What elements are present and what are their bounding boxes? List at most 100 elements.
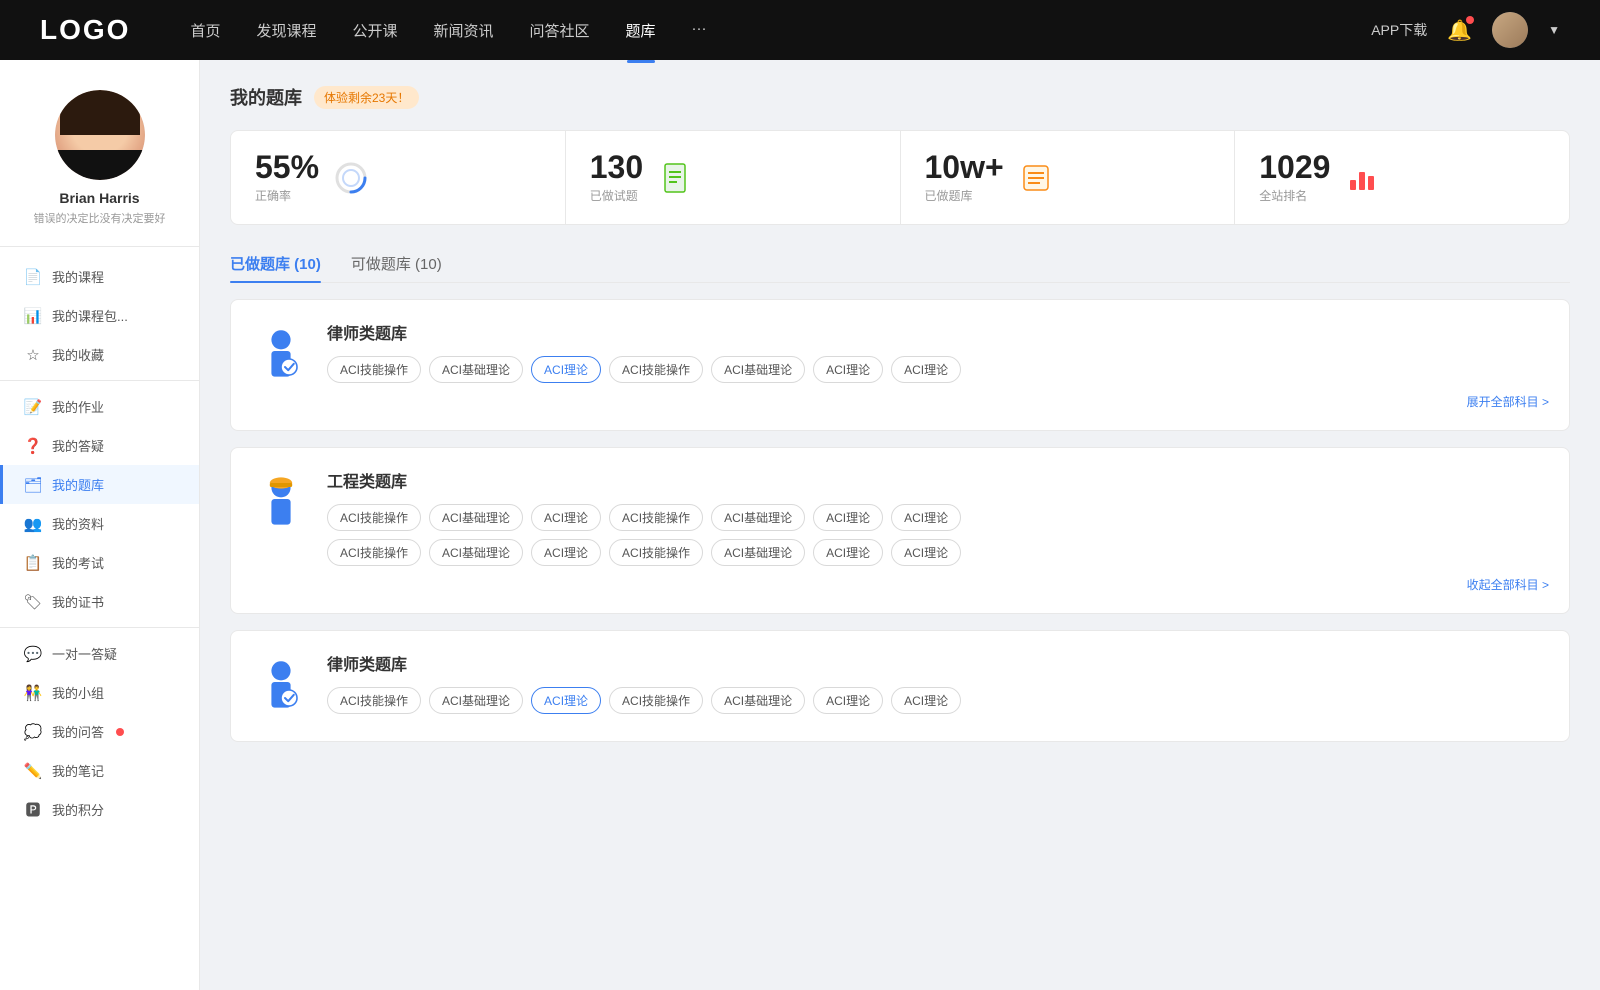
app-download-button[interactable]: APP下载 <box>1371 20 1427 40</box>
lawyer-bank-icon-2 <box>251 651 311 721</box>
eng-tag-8[interactable]: ACI技能操作 <box>327 539 421 566</box>
tab-available[interactable]: 可做题库 (10) <box>351 245 442 282</box>
sidebar-divider-1 <box>0 380 199 381</box>
sidebar-item-label: 我的课程 <box>52 267 104 286</box>
main-content: 我的题库 体验剩余23天！ 55% 正确率 <box>200 60 1600 990</box>
tag-5[interactable]: ACI基础理论 <box>711 356 805 383</box>
sidebar-item-label: 我的证书 <box>52 592 104 611</box>
ltag-6[interactable]: ACI理论 <box>813 687 883 714</box>
tag-1[interactable]: ACI技能操作 <box>327 356 421 383</box>
trial-badge: 体验剩余23天！ <box>314 86 419 109</box>
eng-tag-9[interactable]: ACI基础理论 <box>429 539 523 566</box>
ltag-7[interactable]: ACI理论 <box>891 687 961 714</box>
qa-notification-dot <box>116 728 124 736</box>
tag-6[interactable]: ACI理论 <box>813 356 883 383</box>
file-icon: 📄 <box>24 268 42 286</box>
engineer-bank-footer: 收起全部科目 > <box>327 576 1549 593</box>
tag-7[interactable]: ACI理论 <box>891 356 961 383</box>
eng-tag-14[interactable]: ACI理论 <box>891 539 961 566</box>
sidebar-item-homework[interactable]: 📝 我的作业 <box>0 387 199 426</box>
chat-icon: 💬 <box>24 645 42 663</box>
nav-qa[interactable]: 问答社区 <box>530 16 590 45</box>
profile-motto: 错误的决定比没有决定要好 <box>20 210 179 226</box>
ltag-4[interactable]: ACI技能操作 <box>609 687 703 714</box>
sidebar-item-label: 一对一答疑 <box>52 644 117 663</box>
expand-link-1[interactable]: 展开全部科目 > <box>1467 393 1549 410</box>
sidebar-item-groups[interactable]: 👫 我的小组 <box>0 673 199 712</box>
profile-avatar <box>55 90 145 180</box>
eng-tag-5[interactable]: ACI基础理论 <box>711 504 805 531</box>
sidebar-item-cert[interactable]: 🏷 我的证书 <box>0 582 199 621</box>
ltag-1[interactable]: ACI技能操作 <box>327 687 421 714</box>
nav-home[interactable]: 首页 <box>190 16 220 45</box>
lawyer-bank-footer-1: 展开全部科目 > <box>327 393 1549 410</box>
sidebar: Brian Harris 错误的决定比没有决定要好 📄 我的课程 📊 我的课程包… <box>0 60 200 990</box>
chart-bar-icon: 📊 <box>24 307 42 325</box>
tab-done[interactable]: 已做题库 (10) <box>230 245 321 282</box>
sidebar-item-my-courses[interactable]: 📄 我的课程 <box>0 257 199 296</box>
nav-quiz[interactable]: 题库 <box>626 16 656 45</box>
sidebar-profile: Brian Harris 错误的决定比没有决定要好 <box>0 80 199 247</box>
collapse-link[interactable]: 收起全部科目 > <box>1467 576 1549 593</box>
sidebar-item-label: 我的小组 <box>52 683 104 702</box>
eng-tag-1[interactable]: ACI技能操作 <box>327 504 421 531</box>
eng-tag-7[interactable]: ACI理论 <box>891 504 961 531</box>
stat-accuracy: 55% 正确率 <box>231 131 566 224</box>
homework-icon: 📝 <box>24 398 42 416</box>
star-icon: ☆ <box>24 346 42 364</box>
eng-tag-13[interactable]: ACI理论 <box>813 539 883 566</box>
sidebar-item-qa[interactable]: ❓ 我的答疑 <box>0 426 199 465</box>
quiz-bank-card-engineer: 工程类题库 ACI技能操作 ACI基础理论 ACI理论 ACI技能操作 ACI基… <box>230 447 1570 614</box>
notification-bell[interactable]: 🔔 <box>1447 18 1472 43</box>
cert-icon: 🏷 <box>24 593 42 611</box>
sidebar-item-label: 我的作业 <box>52 397 104 416</box>
sidebar-item-course-packages[interactable]: 📊 我的课程包... <box>0 296 199 335</box>
eng-tag-10[interactable]: ACI理论 <box>531 539 601 566</box>
lawyer-bank-title-2: 律师类题库 <box>327 651 1549 675</box>
header-right: APP下载 🔔 ▼ <box>1371 12 1560 48</box>
eng-tag-3[interactable]: ACI理论 <box>531 504 601 531</box>
sidebar-item-favorites[interactable]: ☆ 我的收藏 <box>0 335 199 374</box>
sidebar-item-points[interactable]: 🅿 我的积分 <box>0 790 199 829</box>
profile-name: Brian Harris <box>20 190 179 206</box>
sidebar-item-exam[interactable]: 📋 我的考试 <box>0 543 199 582</box>
sidebar-item-one-on-one[interactable]: 💬 一对一答疑 <box>0 634 199 673</box>
engineer-bank-title: 工程类题库 <box>327 468 1549 492</box>
tag-2[interactable]: ACI基础理论 <box>429 356 523 383</box>
sidebar-item-quiz-bank[interactable]: 🗂 我的题库 <box>0 465 199 504</box>
nav-courses[interactable]: 发现课程 <box>256 16 316 45</box>
eng-tag-4[interactable]: ACI技能操作 <box>609 504 703 531</box>
eng-tag-2[interactable]: ACI基础理论 <box>429 504 523 531</box>
nav-news[interactable]: 新闻资讯 <box>434 16 494 45</box>
eng-tag-11[interactable]: ACI技能操作 <box>609 539 703 566</box>
ltag-3[interactable]: ACI理论 <box>531 687 601 714</box>
qa-icon: 💭 <box>24 723 42 741</box>
stat-rank-label: 全站排名 <box>1259 187 1330 204</box>
sidebar-item-notes[interactable]: ✏️ 我的笔记 <box>0 751 199 790</box>
lawyer-bank-title-1: 律师类题库 <box>327 320 1549 344</box>
pie-chart-icon <box>333 160 369 196</box>
sidebar-item-label: 我的笔记 <box>52 761 104 780</box>
tag-3[interactable]: ACI理论 <box>531 356 601 383</box>
ltag-5[interactable]: ACI基础理论 <box>711 687 805 714</box>
sidebar-item-materials[interactable]: 👥 我的资料 <box>0 504 199 543</box>
sidebar-item-my-qa[interactable]: 💭 我的问答 <box>0 712 199 751</box>
ltag-2[interactable]: ACI基础理论 <box>429 687 523 714</box>
user-avatar[interactable] <box>1492 12 1528 48</box>
header: LOGO 首页 发现课程 公开课 新闻资讯 问答社区 题库 ··· APP下载 … <box>0 0 1600 60</box>
sidebar-item-label: 我的课程包... <box>52 306 128 325</box>
eng-tag-12[interactable]: ACI基础理论 <box>711 539 805 566</box>
user-dropdown-icon[interactable]: ▼ <box>1548 23 1560 37</box>
quiz-icon: 🗂 <box>24 476 42 494</box>
stat-accuracy-value: 55% <box>255 151 319 183</box>
sidebar-item-label: 我的积分 <box>52 800 104 819</box>
engineer-bank-icon <box>251 468 311 538</box>
nav-open-course[interactable]: 公开课 <box>352 16 397 45</box>
tag-4[interactable]: ACI技能操作 <box>609 356 703 383</box>
eng-tag-6[interactable]: ACI理论 <box>813 504 883 531</box>
lawyer-bank-tags-1: ACI技能操作 ACI基础理论 ACI理论 ACI技能操作 ACI基础理论 AC… <box>327 356 1549 383</box>
stat-done-banks: 10w+ 已做题库 <box>901 131 1236 224</box>
stat-site-rank: 1029 全站排名 <box>1235 131 1569 224</box>
stat-done-label: 已做试题 <box>590 187 643 204</box>
nav-more[interactable]: ··· <box>692 16 707 45</box>
